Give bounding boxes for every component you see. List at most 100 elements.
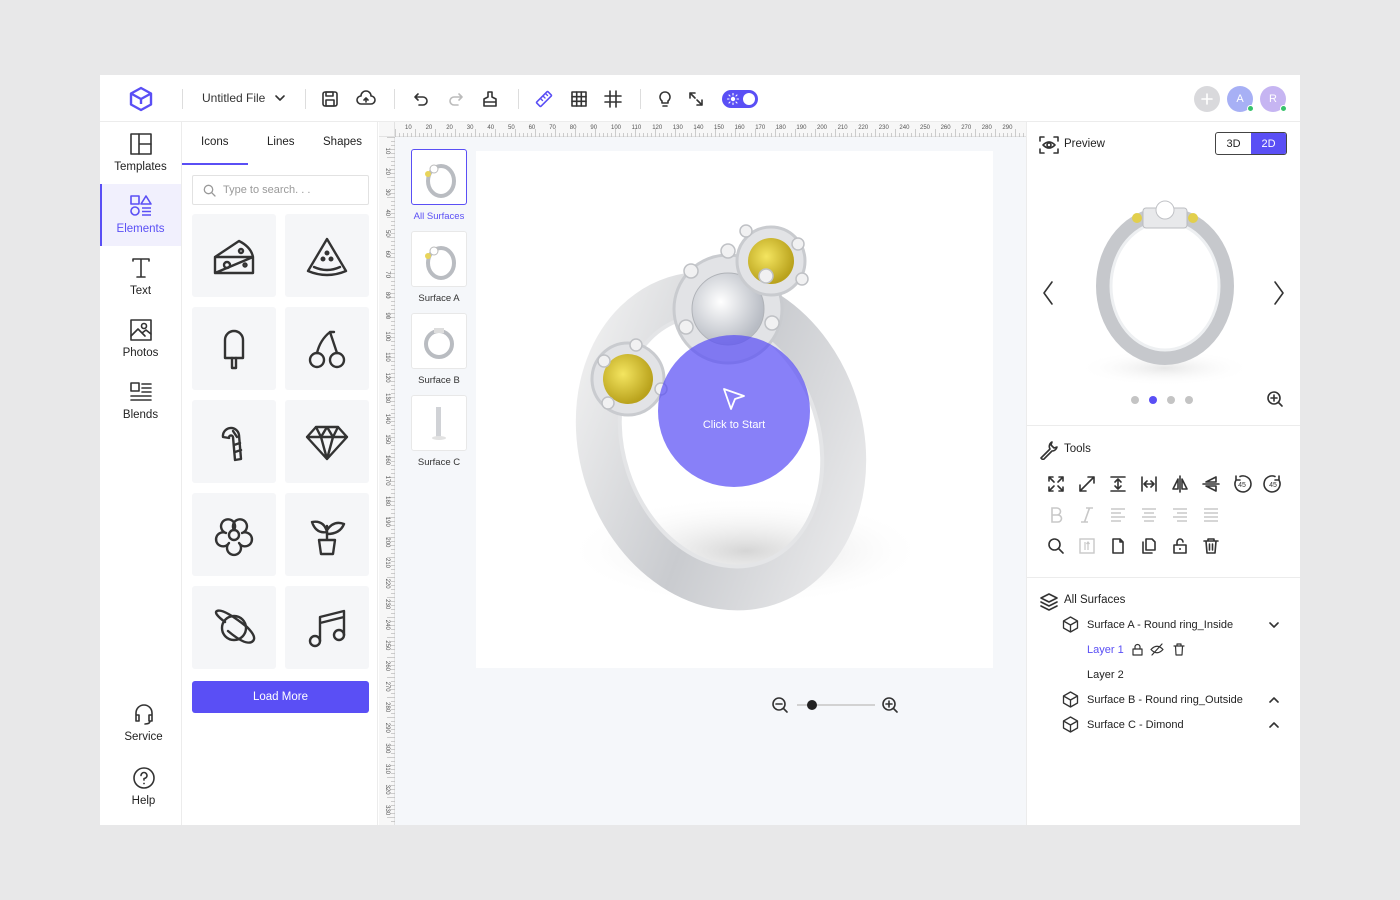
flip-horizontal-icon[interactable] [1169,473,1191,495]
icon-tile[interactable] [192,400,276,483]
rail-item-templates[interactable]: Templates [100,122,181,184]
layer-row-1[interactable]: Layer 1 [1087,644,1124,656]
icon-tile[interactable] [192,586,276,669]
bold-icon[interactable] [1045,504,1067,526]
surface-thumbnail [411,313,467,369]
icon-tile[interactable] [285,214,369,297]
italic-icon[interactable] [1076,504,1098,526]
align-left-icon[interactable] [1107,504,1129,526]
ruler-tick-label: 240 [899,125,910,131]
search-icon[interactable] [1045,535,1067,557]
rail-item-elements[interactable]: Elements [100,184,181,246]
avatar[interactable]: R [1260,86,1287,112]
theme-toggle[interactable] [722,90,758,108]
ruler-tick-label: 90 [384,312,390,319]
chevron-right-icon[interactable] [1272,280,1286,306]
file-name[interactable]: Untitled File [202,91,265,105]
ruler-left[interactable]: 10 20 30 40 50 60 70 80 90 100 110 120 130 140 150 160 1… [379,137,395,825]
surface-item-c[interactable]: Surface C [410,395,468,468]
flip-vertical-icon[interactable] [1200,473,1222,495]
cheese-icon [211,233,257,279]
lightbulb-icon[interactable] [655,89,675,109]
zoom-in-icon[interactable] [1266,390,1284,408]
rail-item-text[interactable]: Text [100,246,181,308]
ruler-icon[interactable] [534,89,554,109]
tab-icons[interactable]: Icons [201,136,229,148]
surface-item-b[interactable]: Surface B [410,313,468,386]
chevron-down-icon[interactable] [1268,619,1280,631]
icon-tile[interactable] [285,307,369,390]
chevron-up-icon[interactable] [1268,719,1280,731]
cloud-upload-icon[interactable] [356,89,376,109]
trash-icon[interactable] [1200,535,1222,557]
right-panel: Preview 3D 2D Tools 45 45 All Surfaces S… [1026,122,1300,825]
icon-tile[interactable] [192,493,276,576]
fit-height-icon[interactable] [1107,473,1129,495]
load-more-button[interactable]: Load More [192,681,369,713]
rotate-right-icon[interactable]: 45 [1262,473,1284,495]
carousel-dot[interactable] [1149,396,1157,404]
rail-item-blends[interactable]: Blends [100,370,181,432]
guides-icon[interactable] [603,89,623,109]
unlock-icon[interactable] [1169,535,1191,557]
mode-3d-button[interactable]: 3D [1216,133,1251,154]
align-right-icon[interactable] [1169,504,1191,526]
ruler-tick-label: 220 [858,125,869,131]
rail-item-photos[interactable]: Photos [100,308,181,370]
rail-item-label: Photos [122,347,159,359]
ruler-top[interactable]: 10 20 20 30 40 50 60 70 80 90 100 110 120 130 140 150 16… [395,122,1026,137]
tab-shapes[interactable]: Shapes [323,136,362,148]
rail-item-service[interactable]: Service [100,692,181,754]
zoom-slider-thumb[interactable] [807,700,817,710]
app-logo-icon[interactable] [128,86,154,112]
resize-icon[interactable] [1076,473,1098,495]
rail-item-help[interactable]: Help [100,756,181,818]
tab-lines[interactable]: Lines [267,136,295,148]
copy-icon[interactable] [1138,535,1160,557]
align-center-icon[interactable] [1138,504,1160,526]
surface-label: All Surfaces [413,211,465,222]
search-icon [203,184,216,197]
carousel-dot[interactable] [1167,396,1175,404]
icon-tile[interactable] [192,307,276,390]
surface-thumbnail [411,149,467,205]
surface-item-a[interactable]: Surface A [410,231,468,304]
surface-item-all[interactable]: All Surfaces [410,149,468,222]
trash-icon[interactable] [1173,643,1185,656]
sort-icon[interactable] [1076,535,1098,557]
avatar[interactable]: A [1227,86,1254,112]
layer-row-2[interactable]: Layer 2 [1087,669,1124,681]
grid-icon[interactable] [569,89,589,109]
click-to-start-button[interactable]: Click to Start [658,335,810,487]
zoom-out-icon[interactable] [771,696,789,714]
fullscreen-icon[interactable] [686,89,706,109]
align-justify-icon[interactable] [1200,504,1222,526]
chevron-left-icon[interactable] [1041,280,1055,306]
lock-icon[interactable] [1131,643,1144,656]
save-icon[interactable] [320,89,340,109]
mode-2d-button[interactable]: 2D [1251,133,1286,154]
rotate-left-icon[interactable]: 45 [1231,473,1253,495]
redo-icon[interactable] [446,89,466,109]
design-artboard[interactable]: Click to Start [476,151,993,668]
expand-icon[interactable] [1045,473,1067,495]
chevron-up-icon[interactable] [1268,694,1280,706]
eye-off-icon[interactable] [1150,643,1164,656]
carousel-dot[interactable] [1131,396,1139,404]
preview-title: Preview [1064,138,1105,150]
carousel-dot[interactable] [1185,396,1193,404]
paint-bucket-icon[interactable] [480,89,500,109]
icon-tile[interactable] [285,493,369,576]
fit-width-icon[interactable] [1138,473,1160,495]
zoom-in-icon[interactable] [881,696,899,714]
icon-tile[interactable] [285,400,369,483]
file-icon[interactable] [1107,535,1129,557]
zoom-control [771,696,901,714]
eye-scan-icon [1039,135,1059,155]
search-input[interactable]: Type to search. . . [192,175,369,205]
chevron-down-icon[interactable] [274,92,286,104]
icon-tile[interactable] [192,214,276,297]
add-collaborator-button[interactable] [1194,86,1220,112]
icon-tile[interactable] [285,586,369,669]
undo-icon[interactable] [411,89,431,109]
